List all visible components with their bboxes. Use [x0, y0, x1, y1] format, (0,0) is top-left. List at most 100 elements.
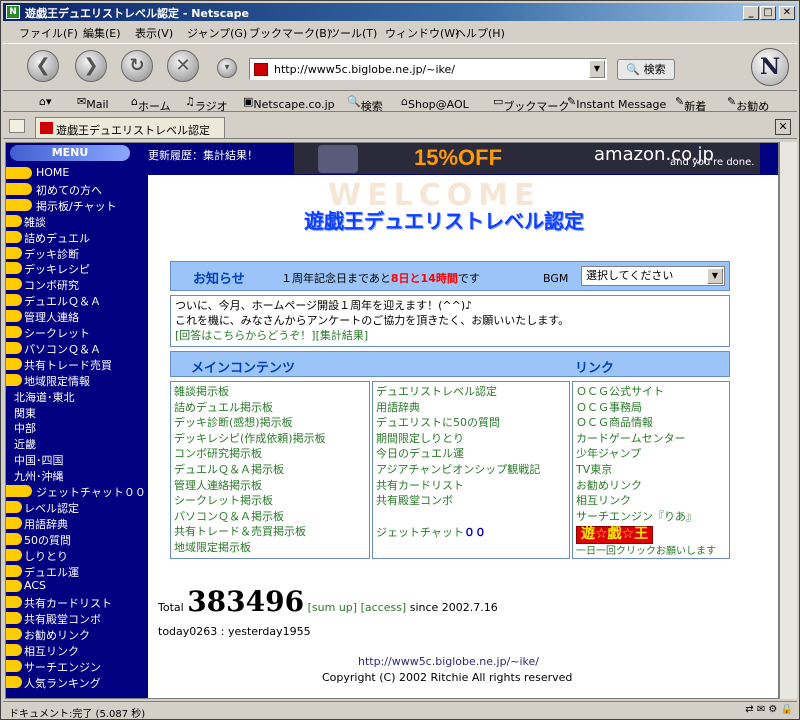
close-button[interactable]: ✕: [779, 6, 795, 20]
sidebar-item[interactable]: 50の質問: [6, 531, 148, 547]
maximize-button[interactable]: □: [760, 6, 776, 20]
url-dropdown-icon[interactable]: ▼: [589, 60, 605, 78]
sidebar-item[interactable]: 用語辞典: [6, 515, 148, 531]
home-link[interactable]: ⌂ ホーム: [131, 95, 171, 113]
access-link[interactable]: [access]: [361, 601, 407, 614]
menu-go[interactable]: ジャンプ(G): [187, 25, 247, 41]
sidebar-item[interactable]: パソコンＱ＆Ａ: [6, 340, 148, 356]
amazon-banner[interactable]: 15%OFF amazon.co.jp and you're done.: [294, 143, 760, 174]
tab-menu-icon[interactable]: [9, 119, 25, 133]
sidebar-item[interactable]: 近畿: [6, 435, 148, 451]
sidebar-item[interactable]: コンボ研究: [6, 276, 148, 292]
board-link[interactable]: 管理人連絡掲示板: [174, 478, 366, 494]
netscape-link[interactable]: ▣ Netscape.co.jp: [243, 95, 335, 111]
sidebar-item[interactable]: 人気ランキング: [6, 674, 148, 690]
survey-results-link[interactable]: [集計結果]: [316, 329, 369, 342]
sidebar-item[interactable]: 雑談: [6, 213, 148, 229]
sidebar-item[interactable]: サーチエンジン: [6, 658, 148, 674]
tab-active[interactable]: 遊戯王デュエリストレベル認定: [35, 117, 225, 138]
url-bar[interactable]: http://www5c.biglobe.ne.jp/~ike/ ▼: [249, 58, 607, 80]
content-link[interactable]: 用語辞典: [376, 400, 566, 416]
content-link[interactable]: デュエリストに50の質問: [376, 415, 566, 431]
sidebar-item[interactable]: しりとり: [6, 547, 148, 563]
menu-tools[interactable]: ツール(T): [329, 25, 377, 41]
menu-help[interactable]: ヘルプ(H): [455, 25, 505, 41]
recommend-link[interactable]: ✎ お勧め: [727, 95, 769, 113]
external-link[interactable]: サーチエンジン『りあ』: [576, 509, 726, 525]
sidebar-item[interactable]: デュエルＱ＆Ａ: [6, 292, 148, 308]
board-link[interactable]: デッキレシピ(作成依頼)掲示板: [174, 431, 366, 447]
sidebar-item[interactable]: ACS: [6, 578, 148, 594]
content-link[interactable]: 共有殿堂コンボ: [376, 493, 566, 509]
content-link[interactable]: 共有カードリスト: [376, 478, 566, 494]
board-link[interactable]: シークレット掲示板: [174, 493, 366, 509]
sidebar-item[interactable]: デュエル運: [6, 563, 148, 579]
sidebar-item[interactable]: 中国･四国: [6, 451, 148, 467]
chevron-down-icon[interactable]: ▼: [707, 268, 723, 284]
stop-icon[interactable]: ✕: [167, 50, 199, 82]
instant-message-link[interactable]: ✎ Instant Message: [567, 95, 666, 111]
update-history-link[interactable]: 更新履歴：集計結果！: [148, 147, 258, 163]
board-link[interactable]: 雑談掲示板: [174, 384, 366, 400]
history-dropdown-icon[interactable]: ▾: [217, 58, 237, 78]
menu-bookmarks[interactable]: ブックマーク(B): [249, 25, 331, 41]
sum-up-link[interactable]: [sum up]: [308, 601, 357, 614]
netscape-logo-icon[interactable]: N: [751, 48, 789, 86]
content-link[interactable]: 今日のデュエル運: [376, 446, 566, 462]
sidebar-item[interactable]: 共有カードリスト: [6, 594, 148, 610]
radio-link[interactable]: ♫ ラジオ: [185, 95, 228, 113]
sidebar-item[interactable]: 九州･沖縄: [6, 467, 148, 483]
url-text[interactable]: http://www5c.biglobe.ne.jp/~ike/: [274, 63, 455, 76]
sidebar-item[interactable]: 詰めデュエル: [6, 229, 148, 245]
minimize-button[interactable]: _: [743, 6, 759, 20]
sidebar-item[interactable]: ジェットチャット００: [6, 483, 148, 499]
shop-aol-link[interactable]: ⌂ Shop@AOL: [401, 95, 469, 111]
external-link[interactable]: TV東京: [576, 462, 726, 478]
sidebar-item[interactable]: お勧めリンク: [6, 626, 148, 642]
board-link[interactable]: コンボ研究掲示板: [174, 446, 366, 462]
sidebar-item[interactable]: デッキ診断: [6, 245, 148, 261]
content-link[interactable]: アジアチャンピオンシップ観戦記: [376, 462, 566, 478]
sidebar-item[interactable]: 共有トレード売買: [6, 356, 148, 372]
external-link[interactable]: ＯＣＧ商品情報: [576, 415, 726, 431]
sidebar-item[interactable]: 関東: [6, 404, 148, 420]
sidebar-item[interactable]: 共有殿堂コンボ: [6, 610, 148, 626]
survey-answer-link[interactable]: [回答はこちらからどうぞ！]: [175, 329, 316, 342]
bgm-select[interactable]: 選択してください ▼: [581, 266, 725, 286]
tab-close-button[interactable]: ✕: [775, 119, 791, 135]
sidebar-item[interactable]: 相互リンク: [6, 642, 148, 658]
sidebar-item[interactable]: 地域限定情報: [6, 372, 148, 388]
search-link[interactable]: 🔍 検索: [347, 95, 383, 113]
bookmark-folder[interactable]: ▭ ブックマーク: [493, 95, 569, 113]
external-link[interactable]: ＯＣＧ公式サイト: [576, 384, 726, 400]
menu-window[interactable]: ウィンドウ(W): [385, 25, 459, 41]
menu-edit[interactable]: 編集(E): [83, 25, 121, 41]
board-link[interactable]: デッキ診断(感想)掲示板: [174, 415, 366, 431]
sidebar-item[interactable]: 掲示板/チャット: [6, 197, 148, 213]
board-link[interactable]: 共有トレード＆売買掲示板: [174, 524, 366, 540]
footer-url-link[interactable]: http://www5c.biglobe.ne.jp/~ike/: [358, 655, 539, 668]
external-link[interactable]: ＯＣＧ事務局: [576, 400, 726, 416]
external-link[interactable]: カードゲームセンター: [576, 431, 726, 447]
sidebar-item[interactable]: 管理人連絡: [6, 308, 148, 324]
external-link[interactable]: 相互リンク: [576, 493, 726, 509]
board-link[interactable]: 地域限定掲示板: [174, 540, 366, 556]
sidebar-item[interactable]: 北海道･東北: [6, 388, 148, 404]
board-link[interactable]: 詰めデュエル掲示板: [174, 400, 366, 416]
sidebar-item[interactable]: シークレット: [6, 324, 148, 340]
reload-icon[interactable]: ↻: [121, 50, 153, 82]
board-link[interactable]: デュエルＱ＆Ａ掲示板: [174, 462, 366, 478]
external-link[interactable]: 少年ジャンプ: [576, 446, 726, 462]
home-tab-icon[interactable]: ⌂▾: [39, 95, 52, 108]
search-button[interactable]: 🔍 検索: [617, 59, 675, 80]
content-link[interactable]: 期間限定しりとり: [376, 431, 566, 447]
board-link[interactable]: パソコンＱ＆Ａ掲示板: [174, 509, 366, 525]
sidebar-item[interactable]: 中部: [6, 419, 148, 435]
menu-view[interactable]: 表示(V): [135, 25, 173, 41]
vertical-scrollbar[interactable]: [779, 142, 797, 699]
mail-link[interactable]: ✉ Mail: [77, 95, 109, 111]
external-link[interactable]: お勧めリンク: [576, 478, 726, 494]
sidebar-item[interactable]: HOME: [6, 165, 148, 181]
back-icon[interactable]: ❮: [27, 50, 59, 82]
new-link[interactable]: ✎ 新着: [675, 95, 706, 113]
